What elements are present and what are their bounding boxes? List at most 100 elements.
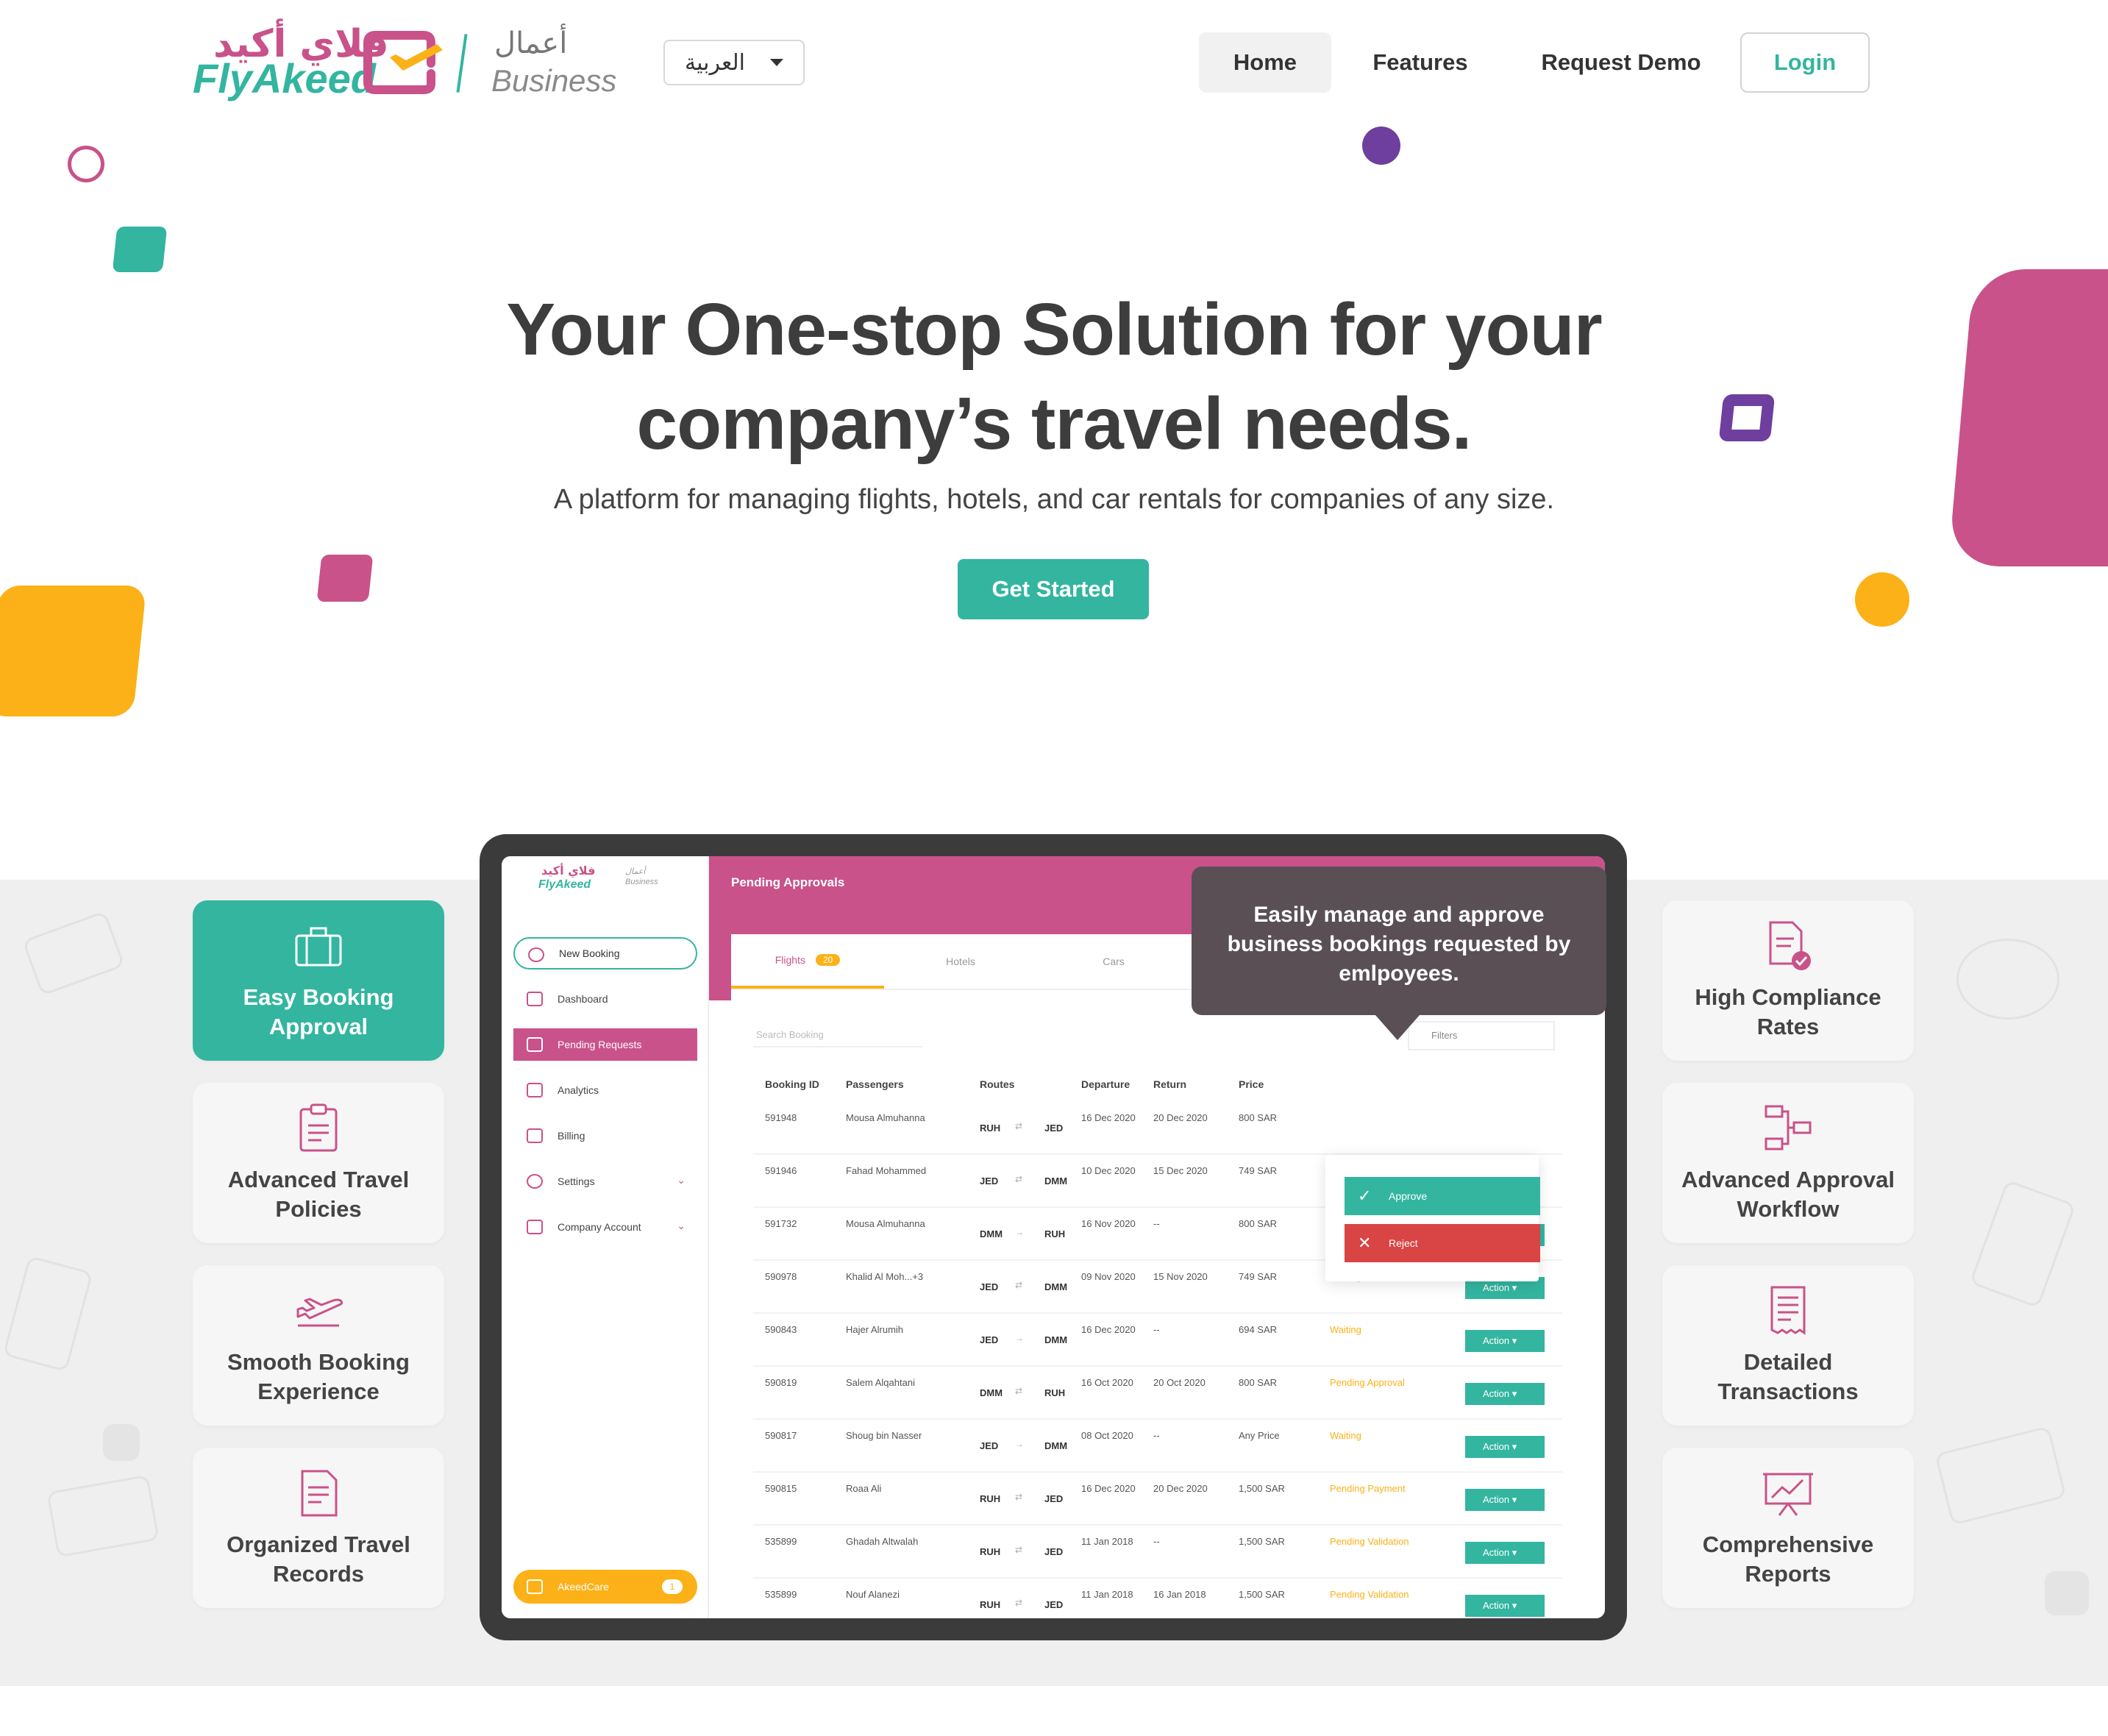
analytics-icon: [527, 1083, 543, 1098]
route-from: JED: [980, 1440, 999, 1451]
route-arrow-icon: →: [1015, 1333, 1024, 1343]
feature-label: Easy Booking Approval: [243, 984, 394, 1039]
price: 800 SAR: [1239, 1377, 1278, 1388]
tab-flights[interactable]: Flights 20: [731, 934, 884, 989]
booking-id: 590978: [765, 1271, 797, 1282]
route-to: DMM: [1044, 1281, 1068, 1292]
booking-id: 590819: [765, 1377, 797, 1388]
feature-detailed-transactions[interactable]: Detailed Transactions: [1662, 1265, 1914, 1426]
action-dropdown-button[interactable]: Action ▾: [1465, 1489, 1545, 1511]
close-icon: ✕: [1358, 1234, 1372, 1252]
action-dropdown-button[interactable]: Action ▾: [1465, 1542, 1545, 1564]
hero-subtitle: A platform for managing flights, hotels,…: [553, 484, 1555, 515]
sidebar-item-company-account[interactable]: Company Account ⌄: [513, 1211, 697, 1243]
booking-id: 591946: [765, 1165, 797, 1176]
decorative-teal-square: [112, 227, 168, 272]
route-from: RUH: [980, 1123, 1001, 1134]
status-badge: Pending Payment: [1330, 1483, 1406, 1494]
filters-button[interactable]: Filters: [1408, 1021, 1555, 1050]
language-select-value: العربية: [685, 49, 745, 76]
action-dropdown-button[interactable]: Action ▾: [1465, 1330, 1545, 1352]
table-row[interactable]: 590817 Shoug bin Nasser JED → DMM 08 Oct 2020…: [753, 1420, 1562, 1473]
sidebar-item-billing[interactable]: Billing: [513, 1120, 697, 1152]
feature-organized-travel-records[interactable]: Organized Travel Records: [193, 1448, 444, 1608]
approve-button[interactable]: ✓ Approve: [1345, 1177, 1540, 1215]
sidebar-item-analytics[interactable]: Analytics: [513, 1074, 697, 1106]
app-logo[interactable]: FlyAkeed: [538, 878, 591, 892]
column-header: Booking ID: [765, 1078, 819, 1090]
status-badge: Pending Approval: [1330, 1377, 1405, 1388]
tab-cars[interactable]: Cars: [1037, 934, 1190, 989]
column-header: Price: [1239, 1078, 1264, 1090]
feature-label: Advanced Approval Workflow: [1681, 1167, 1895, 1222]
column-header: Return: [1153, 1078, 1187, 1090]
logo-english[interactable]: FlyAkeed: [193, 54, 376, 102]
gear-icon: [527, 1174, 543, 1189]
column-header: Passengers: [846, 1078, 904, 1090]
table-row[interactable]: 535899 Nouf Alanezi RUH ⇄ JED 11 Jan 2018 16 J…: [753, 1579, 1562, 1618]
plus-circle-icon: [528, 947, 544, 962]
sidebar-item-dashboard[interactable]: Dashboard: [513, 983, 697, 1015]
action-label: Action: [1483, 1547, 1510, 1558]
table-row[interactable]: 535899 Ghadah Altwalah RUH ⇄ JED 11 Jan 2018 -…: [753, 1526, 1562, 1579]
passenger-name: Mousa Almuhanna: [846, 1112, 925, 1123]
passenger-name: Khalid Al Moh...+3: [846, 1271, 924, 1282]
sidebar-item-label: Settings: [558, 1175, 595, 1187]
hero-title-line1: Your One-stop Solution for your: [506, 288, 1602, 371]
action-dropdown-button[interactable]: Action ▾: [1465, 1383, 1545, 1405]
column-header: Departure: [1081, 1078, 1130, 1090]
return-date: 20 Dec 2020: [1153, 1112, 1208, 1123]
akeedcare-button[interactable]: AkeedCare 1: [513, 1570, 697, 1604]
nav-home[interactable]: Home: [1199, 32, 1331, 93]
departure-date: 11 Jan 2018: [1081, 1536, 1133, 1547]
decorative-yellow-dot: [1855, 572, 1909, 627]
feature-label: Comprehensive Reports: [1702, 1532, 1874, 1587]
nav-features[interactable]: Features: [1350, 32, 1490, 93]
table-row[interactable]: 590819 Salem Alqahtani DMM ⇄ RUH 16 Oct 2020 2…: [753, 1367, 1562, 1420]
price: 800 SAR: [1239, 1112, 1278, 1123]
departure-date: 10 Dec 2020: [1081, 1165, 1136, 1176]
language-select[interactable]: العربية: [663, 40, 805, 85]
reject-button[interactable]: ✕ Reject: [1345, 1224, 1540, 1262]
return-date: --: [1153, 1324, 1160, 1335]
app-logo-business-english: Business: [625, 878, 658, 886]
sidebar-item-label: Pending Requests: [558, 1039, 642, 1050]
feature-smooth-booking-experience[interactable]: Smooth Booking Experience: [193, 1265, 444, 1426]
feature-label: Organized Travel Records: [227, 1532, 410, 1587]
caret-down-icon: ▾: [1511, 1494, 1517, 1505]
feature-comprehensive-reports[interactable]: Comprehensive Reports: [1662, 1448, 1914, 1608]
chat-icon: [527, 1579, 543, 1594]
login-button[interactable]: Login: [1740, 32, 1870, 93]
feature-high-compliance-rates[interactable]: High Compliance Rates: [1662, 900, 1914, 1061]
action-dropdown-button[interactable]: Action ▾: [1465, 1436, 1545, 1458]
page-title: Pending Approvals: [731, 875, 845, 889]
passenger-name: Roaa Ali: [846, 1483, 882, 1494]
passenger-name: Shoug bin Nasser: [846, 1430, 922, 1441]
route-from: JED: [980, 1281, 999, 1292]
sidebar-item-settings[interactable]: Settings ⌄: [513, 1165, 697, 1198]
departure-date: 16 Dec 2020: [1081, 1483, 1136, 1494]
table-row[interactable]: 590843 Hajer Alrumih JED → DMM 16 Dec 2020 -- 6…: [753, 1314, 1562, 1367]
feature-advanced-approval-workflow[interactable]: Advanced Approval Workflow: [1662, 1083, 1914, 1243]
chevron-down-icon: ⌄: [677, 1220, 686, 1231]
price: 800 SAR: [1239, 1218, 1278, 1229]
tab-hotels[interactable]: Hotels: [884, 934, 1037, 989]
passenger-name: Mousa Almuhanna: [846, 1218, 925, 1229]
table-row[interactable]: 590815 Roaa Ali RUH ⇄ JED 16 Dec 2020 20 Dec 2…: [753, 1473, 1562, 1526]
search-booking-input[interactable]: Search Booking: [753, 1022, 922, 1047]
sidebar-item-pending-requests[interactable]: Pending Requests: [513, 1028, 697, 1061]
nav-request-demo[interactable]: Request Demo: [1521, 32, 1721, 93]
action-dropdown-button[interactable]: Action ▾: [1465, 1595, 1545, 1617]
sidebar-item-label: Billing: [558, 1130, 585, 1142]
table-row[interactable]: 591948 Mousa Almuhanna RUH ⇄ JED 16 Dec 2020 2…: [753, 1102, 1562, 1155]
app-logo-business: أعمال Business: [625, 867, 658, 887]
feature-advanced-travel-policies[interactable]: Advanced Travel Policies: [193, 1083, 444, 1243]
get-started-button[interactable]: Get Started: [958, 559, 1149, 619]
new-booking-button[interactable]: New Booking: [513, 937, 697, 970]
feature-easy-booking-approval[interactable]: Easy Booking Approval: [193, 900, 444, 1061]
price: 1,500 SAR: [1239, 1589, 1285, 1600]
caret-down-icon: ▾: [1511, 1441, 1517, 1452]
route-to: JED: [1044, 1493, 1064, 1504]
price: Any Price: [1239, 1430, 1280, 1441]
clipboard-icon: [299, 1103, 338, 1152]
